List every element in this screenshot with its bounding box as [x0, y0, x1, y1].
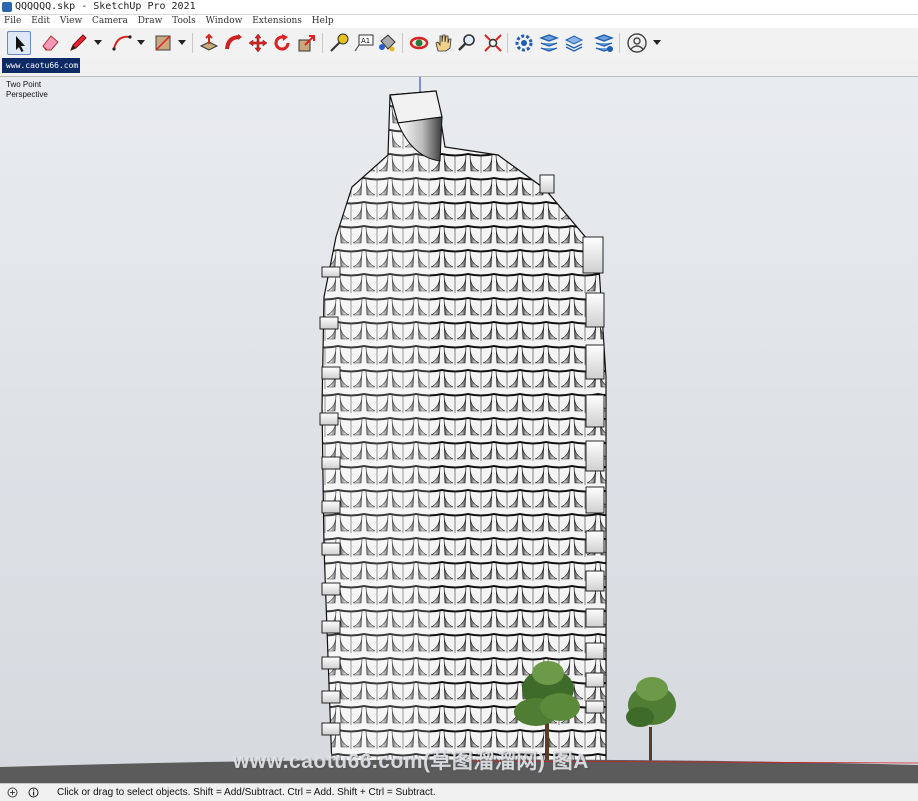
- watermark-text: www.caotu66.com(草图溜溜网) 图A: [233, 750, 589, 773]
- move-arrows-icon: [248, 33, 268, 53]
- arc-dropdown-icon[interactable]: [137, 40, 145, 45]
- push-pull-tool-button[interactable]: [197, 31, 221, 55]
- menu-view[interactable]: View: [60, 15, 82, 28]
- pan-tool-button[interactable]: [431, 31, 455, 55]
- magnifier-icon: [458, 34, 475, 51]
- zoom-tool-button[interactable]: [455, 31, 479, 55]
- zoom-extents-icon: [484, 34, 502, 52]
- geo-location-icon[interactable]: [7, 787, 18, 798]
- rotate-icon: [274, 34, 290, 51]
- svg-text:A1: A1: [361, 37, 370, 45]
- rotate-tool-button[interactable]: [270, 31, 294, 55]
- extension-manager-icon: [594, 34, 614, 52]
- menu-extensions[interactable]: Extensions: [252, 15, 302, 28]
- follow-me-icon: [225, 34, 242, 50]
- arrow-cursor-icon: [16, 36, 25, 52]
- layers-stack-icon: [564, 35, 584, 52]
- scale-icon: [298, 35, 315, 52]
- eraser-tool-button[interactable]: [38, 31, 62, 55]
- zoom-extents-tool-button[interactable]: [481, 31, 505, 55]
- 3d-warehouse-button[interactable]: [512, 31, 536, 55]
- extension-warehouse-button[interactable]: [537, 31, 561, 55]
- paint-bucket-icon: [379, 34, 396, 52]
- model-canvas: [0, 77, 918, 783]
- push-pull-icon: [199, 33, 219, 51]
- user-account-icon: [627, 33, 647, 53]
- arc-tool-button[interactable]: [110, 31, 134, 55]
- menu-help[interactable]: Help: [312, 15, 334, 28]
- layout-button[interactable]: [562, 31, 586, 55]
- tower-model: [322, 91, 606, 767]
- tape-measure-icon: [330, 33, 349, 52]
- pencil-icon: [70, 34, 87, 51]
- menu-edit[interactable]: Edit: [31, 15, 50, 28]
- sketchup-app-icon: [2, 2, 12, 12]
- account-dropdown-icon[interactable]: [653, 40, 661, 45]
- hand-pan-icon: [435, 34, 452, 52]
- menu-draw[interactable]: Draw: [138, 15, 163, 28]
- text-tool-button[interactable]: A1: [352, 31, 376, 55]
- model-viewport[interactable]: Two Point Perspective www.caotu66.com(草图…: [0, 76, 918, 783]
- scene-tab-strip: www.caotu66.com: [0, 58, 918, 74]
- scale-tool-button[interactable]: [295, 31, 319, 55]
- orbit-icon: [409, 36, 429, 50]
- info-icon[interactable]: [28, 787, 39, 798]
- menu-tools[interactable]: Tools: [172, 15, 196, 28]
- select-tool-button[interactable]: [7, 31, 31, 55]
- warehouse-gear-icon: [515, 34, 533, 52]
- paint-bucket-tool-button[interactable]: [375, 31, 399, 55]
- arc-icon: [112, 35, 132, 51]
- camera-label-line-1: Two Point: [6, 80, 42, 89]
- text-label-icon: A1: [354, 34, 374, 52]
- menu-window[interactable]: Window: [206, 15, 243, 28]
- extension-manager-button[interactable]: [592, 31, 616, 55]
- extension-warehouse-icon: [539, 34, 559, 52]
- follow-me-tool-button[interactable]: [222, 31, 246, 55]
- tape-measure-tool-button[interactable]: [327, 31, 351, 55]
- title-bar: QQQQQQ.skp - SketchUp Pro 2021: [0, 0, 918, 15]
- move-tool-button[interactable]: [246, 31, 270, 55]
- camera-label: Two Point Perspective: [6, 80, 48, 100]
- orbit-tool-button[interactable]: [407, 31, 431, 55]
- rectangle-icon: [155, 35, 171, 51]
- window-title: QQQQQQ.skp - SketchUp Pro 2021: [15, 1, 196, 12]
- camera-label-line-2: Perspective: [6, 90, 48, 99]
- scene-tab[interactable]: www.caotu66.com: [2, 58, 80, 73]
- rectangle-dropdown-icon[interactable]: [178, 40, 186, 45]
- menu-bar: File Edit View Camera Draw Tools Window …: [0, 15, 918, 28]
- status-bar: Click or drag to select objects. Shift =…: [0, 783, 918, 801]
- large-tool-set-toolbar: A1: [0, 28, 918, 59]
- menu-file[interactable]: File: [4, 15, 21, 28]
- tree-right: [626, 677, 676, 767]
- rectangle-tool-button[interactable]: [151, 31, 175, 55]
- status-message: Click or drag to select objects. Shift =…: [57, 787, 436, 798]
- menu-camera[interactable]: Camera: [92, 15, 128, 28]
- eraser-icon: [42, 35, 59, 51]
- account-button[interactable]: [625, 31, 649, 55]
- pencil-dropdown-icon[interactable]: [94, 40, 102, 45]
- pencil-tool-button[interactable]: [66, 31, 90, 55]
